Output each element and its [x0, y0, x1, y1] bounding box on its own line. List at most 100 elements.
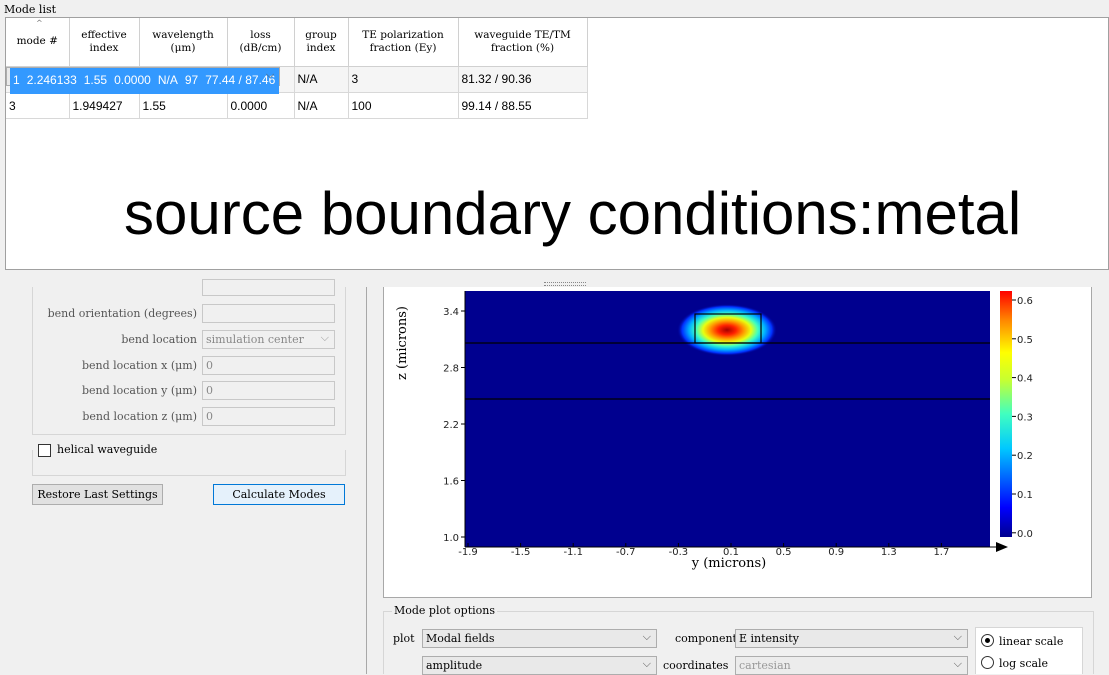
x-axis-arrow	[996, 542, 1008, 552]
component-label: component	[675, 632, 737, 645]
column-header-line: fraction (%)	[490, 41, 555, 54]
table-cell: 77.44 / 87.46	[201, 67, 280, 94]
table-cell: N/A	[294, 66, 349, 93]
bend-location-y-input[interactable]: 0	[202, 381, 335, 400]
x-tick-label: -1.5	[511, 547, 531, 558]
table-cell: 3	[348, 66, 459, 93]
colorbar-tick-label: 0.2	[1017, 451, 1033, 462]
column-header-line: loss	[250, 28, 271, 41]
column-header-line: group	[305, 28, 337, 41]
table-cell: 81.32 / 90.36	[458, 66, 588, 93]
column-header[interactable]: wavelength (μm)	[139, 18, 228, 67]
bend-location-select[interactable]: simulation center	[202, 329, 335, 349]
bend-orientation-label: bend orientation (degrees)	[47, 307, 197, 320]
x-tick-label: -1.1	[563, 547, 583, 558]
mode-plot-options-title: Mode plot options	[392, 604, 497, 617]
column-header[interactable]: TE polarization fraction (Ey)	[348, 18, 459, 67]
y-tick-label: 2.2	[443, 420, 459, 431]
bend-orientation-input[interactable]	[202, 304, 335, 323]
hidden-top-field[interactable]	[202, 279, 335, 296]
log-scale-radio[interactable]	[981, 656, 994, 669]
bend-location-y-row: bend location y (μm)	[0, 381, 197, 401]
plot-select[interactable]: Modal fields	[422, 628, 657, 648]
column-header-line: TE polarization	[362, 28, 444, 41]
column-header[interactable]: loss (dB/cm)	[227, 18, 295, 67]
x-axis-label: y (microns)	[691, 556, 766, 571]
coordinates-label: coordinates	[663, 659, 729, 672]
table-cell: 1.55	[139, 92, 228, 119]
y-tick-label: 3.4	[443, 307, 459, 318]
bend-location-x-row: bend location x (μm)	[0, 356, 197, 376]
table-cell: 3	[6, 92, 70, 119]
y-tick-label: 1.6	[443, 477, 459, 488]
column-header-line: fraction (Ey)	[369, 41, 437, 54]
table-cell: 2.246133	[23, 67, 81, 94]
amplitude-select[interactable]: amplitude	[422, 655, 657, 675]
column-header-line: index	[306, 41, 336, 54]
table-cell: 1	[10, 67, 24, 94]
colorbar-tick-label: 0.0	[1017, 529, 1033, 540]
x-tick-label: -0.3	[669, 547, 689, 558]
colorbar-tick-label: 0.6	[1017, 296, 1033, 307]
mode-field-plot[interactable]: -1.9 -1.5 -1.1 -0.7 -0.3 0.1 0.5 0.9 1.3 1.7 3.4 2…	[384, 287, 1093, 598]
column-header-line: effective	[81, 28, 127, 41]
bend-orientation-row: bend orientation (degrees)	[0, 304, 197, 324]
table-row[interactable]: 1 2.246133 1.55 0.0000 N/A 97 77.44 / 87.46	[6, 66, 281, 94]
column-header-line: wavelength	[152, 28, 214, 41]
y-axis-label: z (microns)	[395, 306, 410, 380]
linear-scale-label: linear scale	[999, 635, 1064, 648]
bend-location-z-input[interactable]: 0	[202, 407, 335, 426]
calculate-modes-button[interactable]: Calculate Modes	[213, 484, 345, 505]
component-select[interactable]: E intensity	[735, 628, 968, 648]
linear-scale-radio[interactable]	[981, 634, 994, 647]
table-cell: 99.14 / 88.55	[458, 92, 588, 119]
helical-waveguide-label: helical waveguide	[57, 443, 158, 456]
table-cell: 1.949427	[69, 92, 140, 119]
y-tick-label: 2.8	[443, 364, 459, 375]
mode-list-title: Mode list	[4, 3, 57, 16]
bend-location-row: bend location	[0, 330, 197, 350]
column-header[interactable]: effective index	[69, 18, 140, 67]
colorbar-tick-label: 0.4	[1017, 374, 1033, 385]
colorbar	[1000, 291, 1012, 537]
x-tick-label: 0.9	[828, 547, 844, 558]
bend-location-z-label: bend location z (μm)	[82, 410, 197, 423]
x-tick-label: 1.3	[881, 547, 897, 558]
colorbar-tick-label: 0.5	[1017, 335, 1033, 346]
mode-hotspot	[677, 304, 777, 356]
y-tick-label: 1.0	[443, 533, 459, 544]
column-header[interactable]: waveguide TE/TM fraction (%)	[458, 18, 588, 67]
table-cell: 97	[181, 67, 203, 94]
mode-plot-panel: -1.9 -1.5 -1.1 -0.7 -0.3 0.1 0.5 0.9 1.3 1.7 3.4 2…	[383, 287, 1092, 598]
table-cell: 1.55	[80, 67, 112, 94]
column-header-line: mode #	[16, 35, 58, 48]
table-cell: 0.0000	[110, 67, 155, 94]
log-scale-label: log scale	[999, 657, 1049, 670]
column-header-line: (μm)	[170, 41, 196, 54]
colorbar-tick-label: 0.1	[1017, 490, 1033, 501]
restore-last-settings-button[interactable]: Restore Last Settings	[32, 484, 163, 505]
bend-location-label: bend location	[121, 333, 197, 346]
x-tick-label: 0.5	[776, 547, 792, 558]
sort-caret-icon: ^	[36, 19, 43, 28]
table-cell: N/A	[154, 67, 182, 94]
column-header-line: waveguide TE/TM	[474, 28, 571, 41]
table-cell: 0.0000	[227, 92, 295, 119]
table-cell: 100	[348, 92, 459, 119]
helical-waveguide-checkbox[interactable]	[38, 444, 51, 457]
column-header-line: (dB/cm)	[239, 41, 282, 54]
coordinates-select[interactable]: cartesian	[735, 655, 968, 675]
bend-location-x-input[interactable]: 0	[202, 356, 335, 375]
mode-table-header: ^ mode # effective index wavelength (μm) loss(…	[6, 18, 588, 67]
table-row[interactable]: 3 1.949427 1.55 0.0000 N/A 100 99.14 / 88.55	[6, 92, 588, 119]
x-tick-label: 1.7	[933, 547, 949, 558]
column-header[interactable]: ^ mode #	[6, 18, 70, 67]
mode-table: ^ mode # effective index wavelength (μm) loss(…	[6, 18, 588, 119]
splitter-handle[interactable]	[544, 282, 586, 286]
x-tick-label: -1.9	[458, 547, 478, 558]
mode-table-body: 12.2461331.550.0000N/A9777.44 / 87.4622.…	[6, 66, 588, 119]
column-header[interactable]: group index	[294, 18, 349, 67]
bend-location-x-label: bend location x (μm)	[81, 359, 197, 372]
bend-location-z-row: bend location z (μm)	[0, 407, 197, 427]
colorbar-tick-label: 0.3	[1017, 412, 1033, 423]
